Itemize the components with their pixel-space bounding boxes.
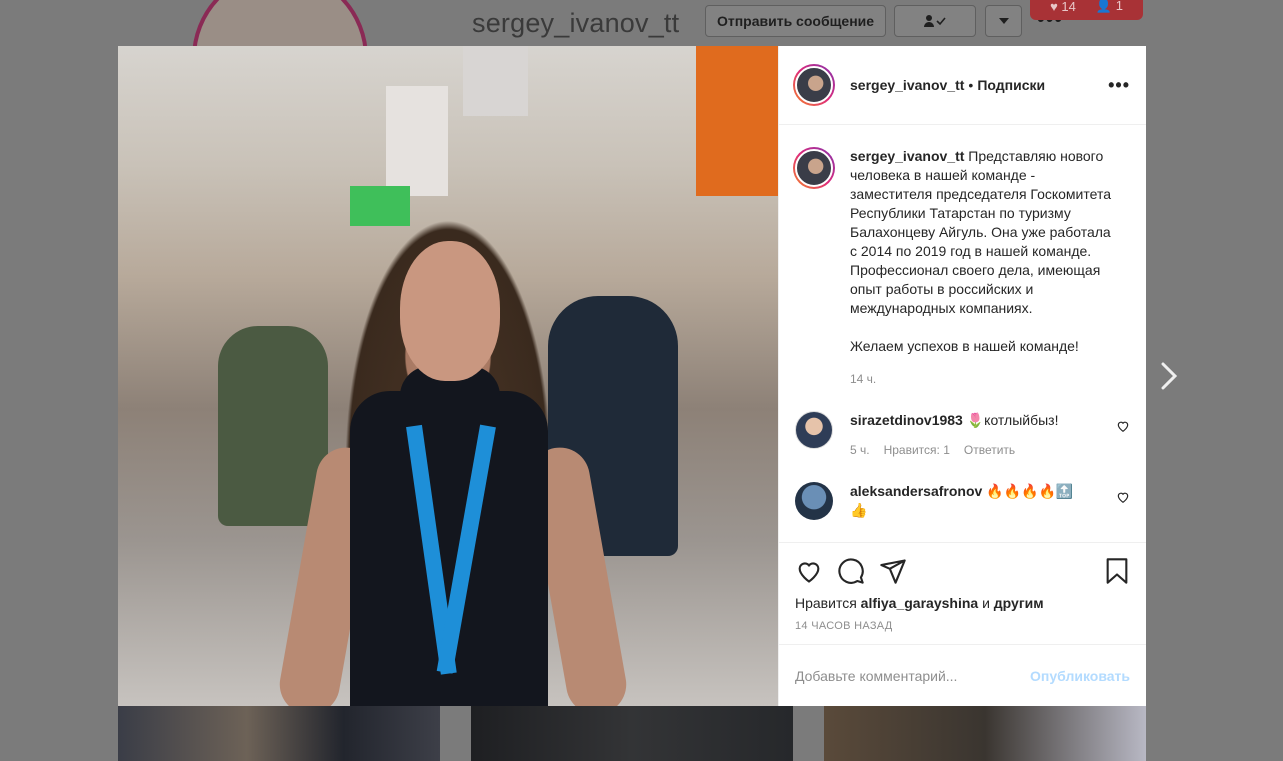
comment-username[interactable]: aleksandersafronov [850, 483, 982, 499]
photo-region [400, 241, 500, 381]
photo-region [386, 86, 448, 196]
grid-thumbnail [824, 706, 1146, 761]
comment-text: 🌷котлыйбыз! [966, 412, 1059, 428]
profile-header-background: sergey_ivanov_tt Отправить сообщение •••… [0, 0, 1283, 146]
post-timestamp[interactable]: 14 часов назад [795, 620, 1130, 632]
comment-like-heart-icon[interactable] [1116, 419, 1130, 433]
caption-text: Представляю нового человека в нашей кома… [850, 148, 1111, 316]
person-check-icon [924, 15, 946, 27]
photo-region [696, 46, 778, 196]
post-header: sergey_ivanov_tt • Подписки ••• [779, 46, 1146, 125]
comment-like-heart-icon[interactable] [1116, 490, 1130, 504]
heart-icon: ♥ [1050, 0, 1058, 14]
separator-dot: • [968, 77, 974, 93]
caret-down-icon [998, 18, 1009, 24]
caption-wish: Желаем успехов в нашей команде! [850, 338, 1079, 354]
comment-item: aleksandersafronov 🔥🔥🔥🔥🔝👍 [793, 482, 1130, 520]
following-status-button[interactable]: Подписки [977, 77, 1045, 93]
like-heart-icon[interactable] [795, 557, 823, 585]
notif-likes-count: ♥ 14 [1050, 0, 1076, 14]
caption-timestamp[interactable]: 14 ч. [850, 370, 1112, 389]
likes-and: и [982, 595, 990, 611]
comment-likes[interactable]: Нравится: 1 [884, 441, 950, 460]
commenter-avatar[interactable] [795, 482, 833, 520]
profile-username: sergey_ivanov_tt [472, 8, 680, 38]
add-comment-bar: Опубликовать [779, 644, 1146, 706]
reply-button[interactable]: Ответить [964, 441, 1015, 460]
photo-region [463, 46, 528, 116]
publish-button[interactable]: Опубликовать [1030, 668, 1130, 684]
comment-input[interactable] [795, 667, 1031, 684]
post-actions: Нравится alfiya_garayshina и другим 14 ч… [779, 542, 1146, 644]
comment-time[interactable]: 5 ч. [850, 441, 870, 460]
author-avatar[interactable] [793, 64, 835, 106]
caption-username[interactable]: sergey_ivanov_tt [850, 148, 964, 164]
likes-prefix: Нравится [795, 595, 857, 611]
author-username[interactable]: sergey_ivanov_tt [850, 77, 964, 93]
photo-region [350, 186, 410, 226]
person-icon: 👤 [1095, 0, 1113, 13]
likes-summary: Нравится alfiya_garayshina и другим [795, 595, 1130, 611]
author-avatar[interactable] [793, 147, 835, 189]
next-post-arrow-icon[interactable] [1155, 358, 1183, 394]
more-options-icon[interactable]: ••• [1108, 75, 1130, 96]
post-sidebar: sergey_ivanov_tt • Подписки ••• sergey_i… [778, 46, 1146, 706]
comments-list[interactable]: sergey_ivanov_tt Представляю нового чело… [779, 125, 1146, 542]
activity-notification-badge: ♥ 14 👤 1 [1030, 0, 1143, 20]
comment-item: sirazetdinov1983 🌷котлыйбыз! 5 ч. Нравит… [793, 411, 1130, 460]
send-message-button: Отправить сообщение [705, 5, 886, 37]
notif-follows-count: 👤 1 [1095, 0, 1123, 13]
share-paper-plane-icon[interactable] [879, 557, 907, 585]
grid-thumbnail [118, 706, 440, 761]
caption: sergey_ivanov_tt Представляю нового чело… [793, 147, 1130, 389]
save-bookmark-icon[interactable] [1104, 557, 1130, 585]
commenter-avatar[interactable] [795, 411, 833, 449]
comment-bubble-icon[interactable] [837, 557, 865, 585]
likes-others[interactable]: другим [994, 595, 1044, 611]
post-photo[interactable] [118, 46, 778, 706]
post-modal: sergey_ivanov_tt • Подписки ••• sergey_i… [118, 46, 1146, 706]
comment-username[interactable]: sirazetdinov1983 [850, 412, 963, 428]
following-button [894, 5, 976, 37]
likes-user[interactable]: alfiya_garayshina [861, 595, 979, 611]
grid-thumbnail [471, 706, 793, 761]
suggestions-dropdown-button [985, 5, 1022, 37]
